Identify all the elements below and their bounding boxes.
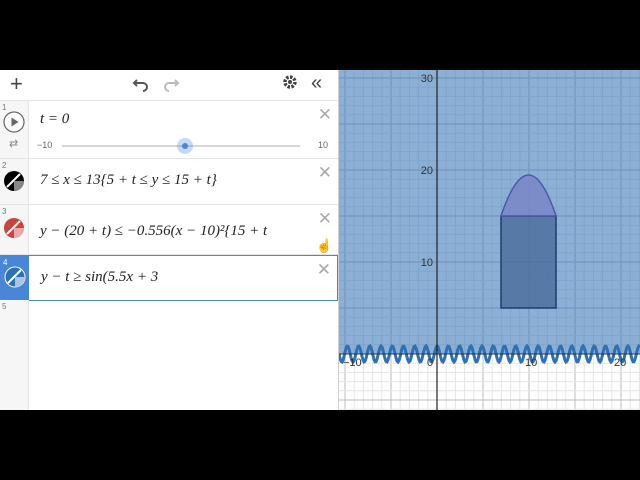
expression-index-col: 3 (0, 205, 29, 254)
expression-text[interactable]: y − t ≥ sin(5.5x + 3 (41, 269, 158, 286)
redo-icon[interactable] (162, 76, 180, 92)
close-icon[interactable]: ✕ (318, 105, 332, 125)
undo-icon[interactable] (132, 76, 150, 92)
house-body (500, 215, 557, 309)
y-tick-label: 20 (421, 165, 433, 177)
expression-row-3[interactable]: 3 y − (20 + t) ≤ −0.556(x − 10)²{15 + t … (0, 205, 338, 255)
expression-index: 2 (2, 161, 7, 170)
expression-index-col: 5 (0, 300, 29, 410)
desmos-app: + « 1 ⇄ t = 0 −10 10 ✕ 2 7 ≤ x ≤ 13{5 + … (0, 70, 640, 410)
gear-icon[interactable] (281, 73, 299, 91)
y-tick-label: 10 (421, 257, 433, 269)
close-icon[interactable]: ✕ (317, 260, 331, 280)
expression-index: 3 (2, 207, 7, 216)
expression-index: 5 (2, 302, 7, 311)
close-icon[interactable]: ✕ (318, 209, 332, 229)
x-tick-label: −10 (343, 357, 362, 369)
expression-list: + « 1 ⇄ t = 0 −10 10 ✕ 2 7 ≤ x ≤ 13{5 + … (0, 70, 339, 410)
expression-index-col: 4 (1, 256, 29, 300)
pointer-cursor-icon: ☝ (316, 238, 333, 253)
x-tick-label: 0 (427, 357, 433, 369)
plus-icon[interactable]: + (10, 73, 23, 95)
double-chevron-left-icon[interactable]: « (311, 73, 322, 93)
expression-row-1[interactable]: 1 ⇄ t = 0 −10 10 ✕ (0, 101, 338, 159)
shading-icon[interactable] (4, 266, 26, 288)
expression-text[interactable]: y − (20 + t) ≤ −0.556(x − 10)²{15 + t (40, 223, 267, 240)
close-icon[interactable]: ✕ (318, 163, 332, 183)
expression-toolbar: + « (0, 70, 338, 101)
shading-icon[interactable] (3, 170, 25, 192)
x-tick-label: 20 (614, 357, 626, 369)
expression-row-4[interactable]: 4 y − t ≥ sin(5.5x + 3 ✕ (0, 255, 338, 301)
graph-canvas[interactable]: −10 0 10 20 10 20 30 (339, 70, 640, 410)
expression-row-5[interactable]: 5 (0, 300, 338, 410)
expression-index-col: 1 ⇄ (0, 101, 29, 158)
expression-index-col: 2 (0, 159, 29, 204)
play-icon[interactable] (3, 111, 25, 133)
slider-max: 10 (318, 140, 329, 150)
slider-handle[interactable] (177, 138, 193, 154)
expression-row-2[interactable]: 2 7 ≤ x ≤ 13{5 + t ≤ y ≤ 15 + t} ✕ (0, 159, 338, 205)
y-tick-label: 30 (421, 73, 433, 85)
expression-text[interactable]: 7 ≤ x ≤ 13{5 + t ≤ y ≤ 15 + t} (40, 172, 217, 189)
shading-icon[interactable] (3, 217, 25, 239)
slider-min: −10 (37, 140, 53, 150)
loop-icon[interactable]: ⇄ (9, 137, 18, 150)
expression-text[interactable]: t = 0 (40, 111, 69, 128)
x-tick-label: 10 (525, 357, 537, 369)
shaded-region (339, 70, 640, 354)
